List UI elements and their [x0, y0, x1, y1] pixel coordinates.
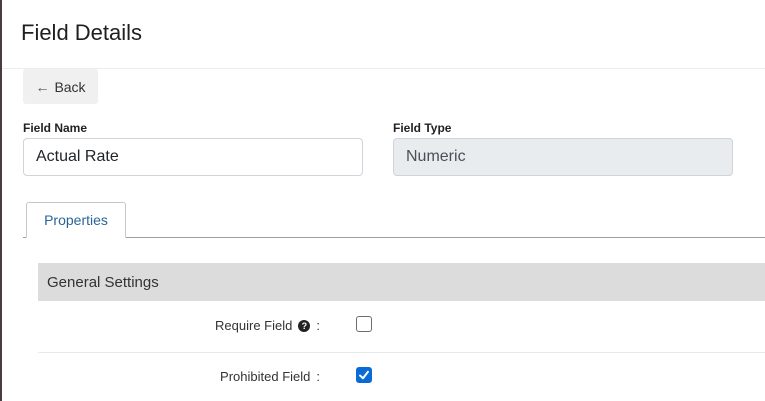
field-name-label: Field Name [23, 121, 88, 135]
tab-properties[interactable]: Properties [26, 202, 126, 238]
require-field-label: Require Field ? : [215, 318, 320, 333]
require-field-checkbox[interactable] [356, 316, 372, 332]
field-type-input: Numeric [393, 138, 733, 176]
prohibited-field-text: Prohibited Field [220, 369, 311, 384]
back-arrow-icon: ← [35, 78, 50, 95]
field-name-input[interactable]: Actual Rate [23, 138, 363, 176]
checkmark-icon [359, 370, 369, 380]
help-icon[interactable]: ? [298, 319, 311, 332]
prohibited-field-checkbox[interactable] [356, 367, 372, 383]
general-settings-title: General Settings [47, 273, 159, 291]
prohibited-field-label: Prohibited Field : [220, 369, 320, 384]
field-type-label: Field Type [393, 121, 452, 135]
back-button[interactable]: ← Back [23, 69, 98, 104]
tab-bar-line [125, 237, 765, 238]
prohibited-field-colon: : [316, 369, 320, 384]
row-divider [38, 352, 765, 353]
require-field-colon: : [316, 318, 320, 333]
page-title: Field Details [21, 20, 143, 45]
require-field-text: Require Field [215, 318, 293, 333]
general-settings-header: General Settings [38, 263, 765, 301]
back-button-label: Back [54, 78, 86, 95]
header-divider [2, 68, 765, 69]
left-border [0, 0, 2, 401]
